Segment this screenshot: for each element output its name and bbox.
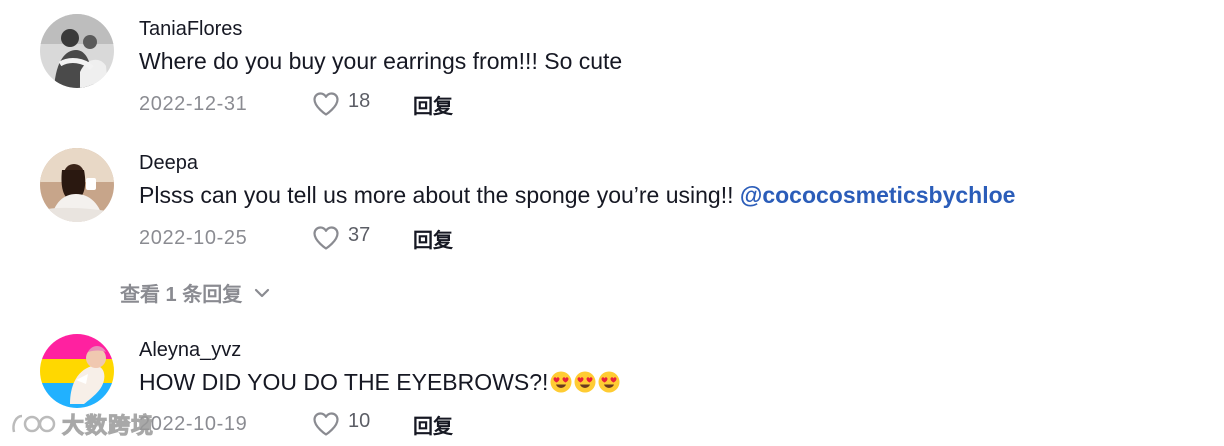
view-replies-label: 查看 1 条回复 (120, 284, 243, 306)
heart-eyes-emoji (574, 371, 596, 393)
like-button[interactable]: 37 (312, 223, 413, 251)
comment-date: 2022-10-19 (139, 412, 248, 435)
watermark: 大数跨境 (10, 408, 154, 440)
like-count: 18 (348, 89, 371, 112)
watermark-text: 大数跨境 (61, 413, 155, 439)
reply-button[interactable]: 回复 (413, 410, 453, 439)
comment-username[interactable]: TaniaFlores (139, 18, 242, 41)
heart-icon (313, 92, 339, 116)
heart-icon (313, 226, 339, 250)
comment-meta: 2022-10-25 37 回复 (139, 223, 453, 253)
comment-list: TaniaFlores Where do you buy your earrin… (0, 0, 1224, 446)
avatar[interactable] (40, 334, 114, 408)
reply-button[interactable]: 回复 (413, 224, 453, 253)
comment-date: 2022-12-31 (139, 92, 248, 115)
reply-button[interactable]: 回复 (413, 90, 453, 119)
watermark-logo-icon (12, 414, 56, 433)
chevron-down-icon (255, 288, 270, 297)
like-button[interactable]: 10 (312, 409, 413, 437)
heart-eyes-emoji (550, 371, 572, 393)
like-count: 37 (348, 223, 371, 246)
comment-text: Plsss can you tell us more about the spo… (139, 182, 1015, 209)
comment-text-body: Plsss can you tell us more about the spo… (139, 182, 740, 208)
comment-meta: 2022-10-19 10 回复 (139, 409, 453, 439)
comment-text: Where do you buy your earrings from!!! S… (139, 48, 623, 74)
mention-link[interactable]: @cococosmeticsbychloe (740, 182, 1016, 208)
avatar[interactable] (40, 148, 114, 222)
comment-username[interactable]: Aleyna_yvz (139, 339, 241, 362)
view-replies-button[interactable]: 查看 1 条回复 (120, 278, 270, 307)
heart-icon (313, 412, 339, 436)
comment-meta: 2022-12-31 18 回复 (139, 89, 453, 119)
comment-text: HOW DID YOU DO THE EYEBROWS?! (139, 369, 620, 396)
comment-username[interactable]: Deepa (139, 152, 198, 175)
comment-date: 2022-10-25 (139, 226, 248, 249)
like-button[interactable]: 18 (312, 89, 413, 117)
comment-text-body: HOW DID YOU DO THE EYEBROWS?! (139, 369, 549, 395)
avatar[interactable] (40, 14, 114, 88)
like-count: 10 (348, 409, 371, 432)
heart-eyes-emoji (598, 371, 620, 393)
